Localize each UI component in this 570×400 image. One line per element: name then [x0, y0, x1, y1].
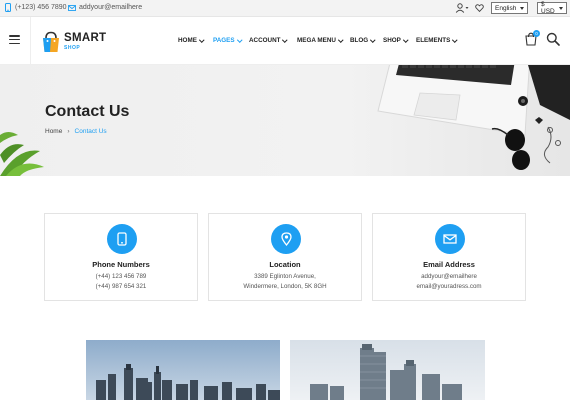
nav-mega-menu-label: MEGA MENU [297, 37, 336, 44]
nav-pages[interactable]: PAGES [213, 37, 242, 44]
card-line: (+44) 123 456 789 [95, 273, 147, 280]
top-phone-text: (+123) 456 7890 [15, 4, 67, 11]
header-divider [30, 17, 31, 65]
shopping-bag-logo-icon [43, 31, 59, 52]
nav-shop-label: SHOP [383, 37, 401, 44]
top-phone[interactable]: (+123) 456 7890 [4, 3, 67, 12]
phone-icon [4, 3, 12, 12]
card-title: Email Address [423, 260, 475, 269]
cart-count-badge: 0 [533, 30, 540, 37]
currency-select[interactable]: $ USD [537, 1, 567, 15]
user-icon[interactable] [455, 3, 469, 13]
nav-blog-label: BLOG [350, 37, 369, 44]
card-title: Location [269, 260, 301, 269]
card-line: Windermere, London, 5K 8GH [243, 283, 327, 290]
chevron-down-icon [559, 6, 563, 10]
nav-home-label: HOME [178, 37, 197, 44]
chevron-down-icon [370, 37, 376, 42]
card-line: (+44) 987 654 321 [95, 283, 147, 290]
card-title: Phone Numbers [92, 260, 150, 269]
envelope-icon [435, 224, 465, 254]
search-icon[interactable] [546, 32, 560, 46]
chevron-down-icon [236, 37, 242, 42]
contact-card-location: Location 3389 Eglinton Avenue, Windermer… [208, 213, 362, 301]
nav-shop[interactable]: SHOP [383, 37, 409, 44]
chevron-down-icon [403, 37, 409, 42]
nav-elements[interactable]: ELEMENTS [416, 37, 458, 44]
site-logo[interactable]: SMART SHOP [41, 29, 106, 55]
nav-home[interactable]: HOME [178, 37, 205, 44]
nav-elements-label: ELEMENTS [416, 37, 451, 44]
contact-card-email: Email Address addyour@emailhere email@yo… [372, 213, 526, 301]
hamburger-menu-icon[interactable] [9, 35, 20, 44]
currency-value: $ USD [541, 1, 555, 15]
nav-blog[interactable]: BLOG [350, 37, 376, 44]
logo-subtitle: SHOP [64, 44, 81, 51]
logo-title: SMART [64, 32, 107, 45]
top-bar: (+123) 456 7890 addyour@emailhere Englis… [0, 0, 570, 17]
card-line: 3389 Eglinton Avenue, [254, 273, 316, 280]
breadcrumb-current: Contact Us [74, 128, 107, 135]
card-line: addyour@emailhere [421, 273, 477, 280]
language-select[interactable]: English [491, 2, 528, 14]
phone-icon [107, 224, 137, 254]
language-value: English [495, 4, 517, 12]
city-skyline-image [86, 340, 280, 400]
nav-account-label: ACCOUNT [249, 37, 281, 44]
chevron-down-icon [452, 37, 458, 42]
chevron-down-icon [199, 37, 205, 42]
envelope-icon [68, 3, 76, 12]
location-pin-icon [271, 224, 301, 254]
heart-icon[interactable] [475, 3, 484, 13]
city-towers-image [290, 340, 485, 400]
main-header: SMART SHOP HOME PAGES ACCOUNT MEGA MENU … [0, 17, 570, 65]
top-email[interactable]: addyour@emailhere [68, 3, 142, 12]
plant-leaves-icon [0, 132, 44, 176]
top-email-text: addyour@emailhere [79, 4, 143, 11]
breadcrumb: Home › Contact Us [45, 128, 107, 135]
chevron-down-icon [282, 37, 288, 42]
chevron-down-icon [338, 37, 344, 42]
page-banner: Contact Us Home › Contact Us [0, 65, 570, 176]
nav-pages-label: PAGES [213, 37, 235, 44]
contact-card-phone: Phone Numbers (+44) 123 456 789 (+44) 98… [44, 213, 198, 301]
chevron-down-icon [520, 6, 524, 10]
chevron-right-icon: › [67, 128, 70, 135]
breadcrumb-home[interactable]: Home [45, 128, 62, 135]
page-title: Contact Us [45, 103, 130, 120]
nav-mega-menu[interactable]: MEGA MENU [297, 37, 344, 44]
card-line: email@youradress.com [416, 283, 482, 290]
nav-account[interactable]: ACCOUNT [249, 37, 288, 44]
laptop-image [377, 65, 530, 136]
